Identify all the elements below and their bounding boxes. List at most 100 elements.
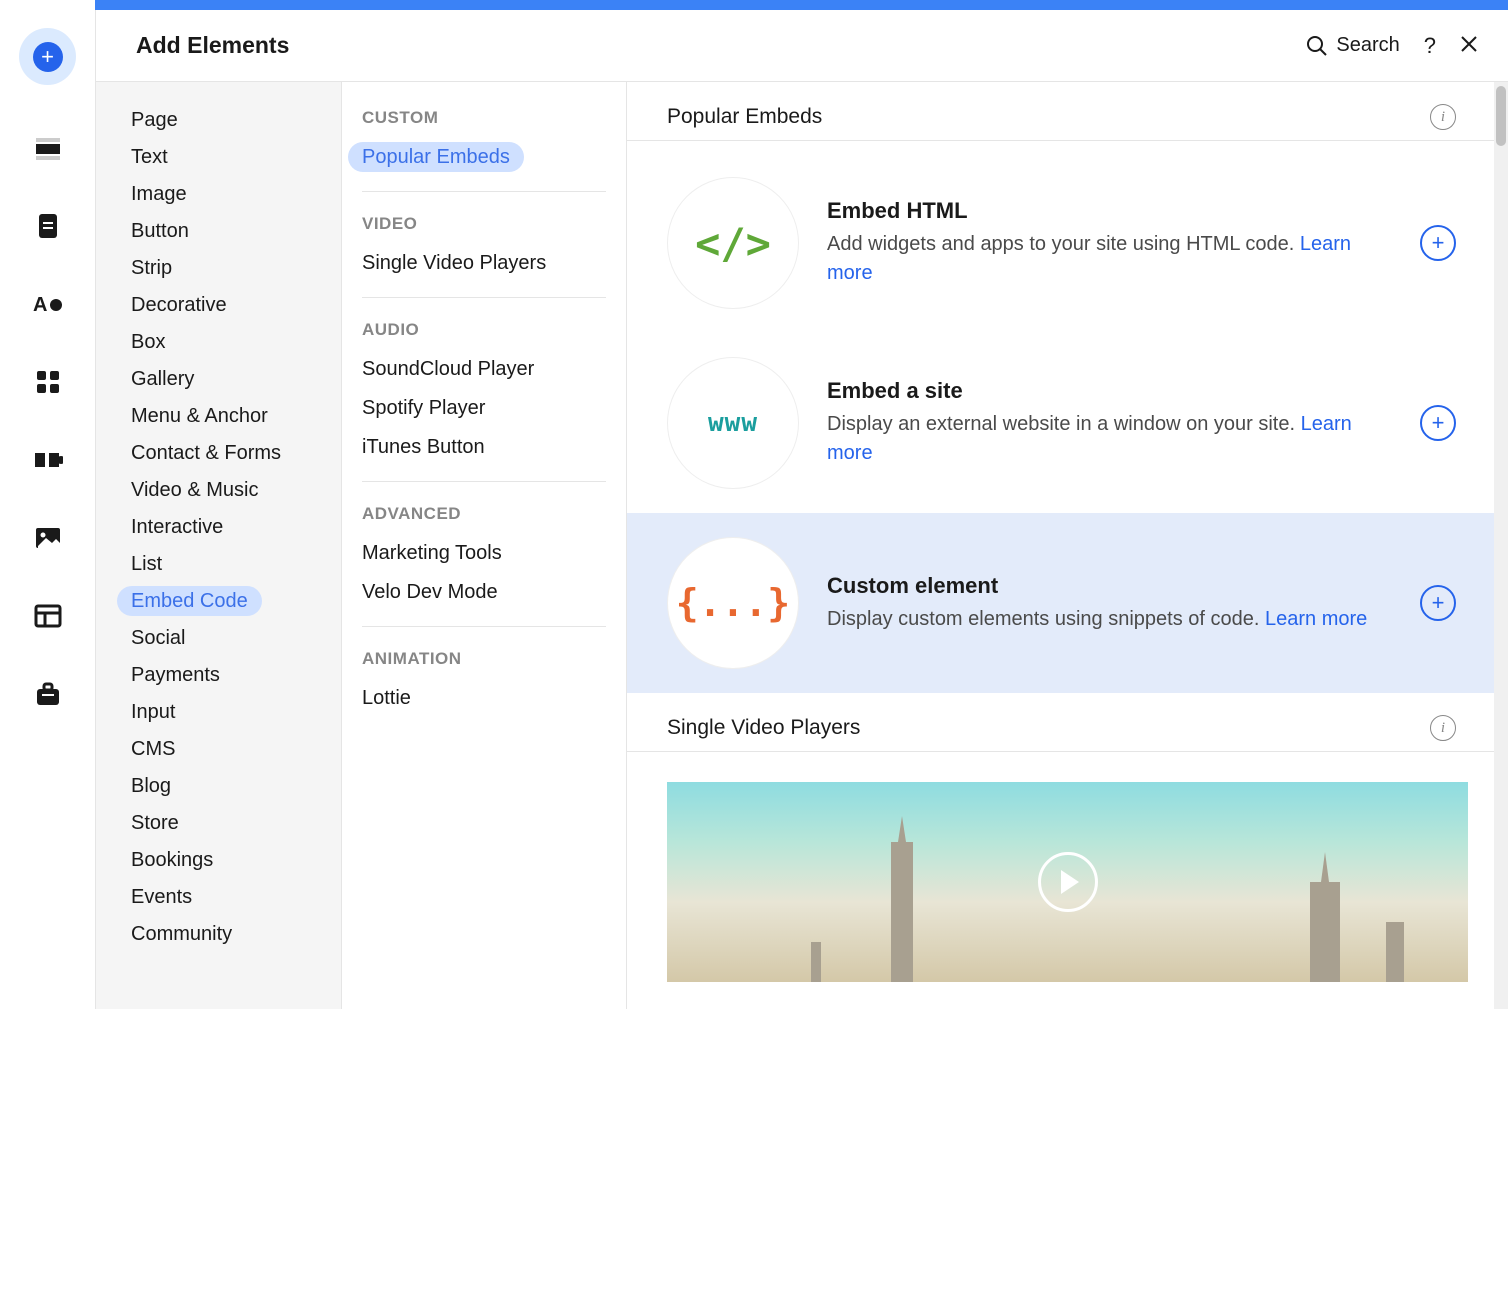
category-label: Page <box>131 109 178 131</box>
category-label: CMS <box>131 738 175 760</box>
close-button[interactable] <box>1460 33 1478 59</box>
main-container: + A Add Elements <box>0 0 1508 1009</box>
category-item[interactable]: Bookings <box>96 842 341 879</box>
category-item[interactable]: Text <box>96 139 341 176</box>
category-list: Page Text ImageButton Strip Decorative Box Gal… <box>96 82 342 1009</box>
category-item[interactable]: Decorative <box>96 287 341 324</box>
top-accent-bar <box>95 0 1508 10</box>
sub-section-header: ADVANCED <box>362 498 606 534</box>
sub-item[interactable]: Lottie <box>362 679 606 718</box>
video-player-preview[interactable] <box>667 782 1468 982</box>
scrollbar-thumb[interactable] <box>1496 86 1506 146</box>
section-icon[interactable] <box>33 133 63 163</box>
add-embed-button[interactable]: + <box>1420 585 1456 621</box>
plus-icon: + <box>33 42 63 72</box>
category-label: Contact & Forms <box>131 442 281 464</box>
svg-text:A: A <box>33 294 47 316</box>
sub-item-label: Marketing Tools <box>362 542 502 564</box>
add-elements-button[interactable]: + <box>19 28 76 85</box>
category-label: Payments <box>131 664 220 686</box>
embed-title: Embed HTML <box>827 198 1392 224</box>
embed-description: Add widgets and apps to your site using … <box>827 230 1392 288</box>
addons-icon[interactable] <box>33 445 63 475</box>
info-button[interactable]: i <box>1430 715 1456 741</box>
category-item[interactable]: Video & Music <box>96 472 341 509</box>
add-embed-button[interactable]: + <box>1420 225 1456 261</box>
embed-icon: </> <box>667 177 799 309</box>
cms-icon[interactable] <box>33 601 63 631</box>
scrollbar[interactable] <box>1494 82 1508 1009</box>
category-item[interactable]: List <box>96 546 341 583</box>
design-icon[interactable]: A <box>33 289 63 319</box>
skyline-decoration <box>891 842 913 982</box>
category-item[interactable]: Box <box>96 324 341 361</box>
media-icon[interactable] <box>33 523 63 553</box>
category-item[interactable]: Input <box>96 694 341 731</box>
category-item[interactable]: Page <box>96 102 341 139</box>
category-label: Gallery <box>131 368 194 390</box>
sub-item-label: Popular Embeds <box>348 142 524 172</box>
embed-row: wwwEmbed a siteDisplay an external websi… <box>627 333 1508 513</box>
play-icon <box>1038 852 1098 912</box>
sub-section-header: AUDIO <box>362 314 606 350</box>
sub-item[interactable]: Single Video Players <box>362 244 606 283</box>
sub-section: ANIMATIONLottie <box>362 643 606 732</box>
category-item[interactable]: Gallery <box>96 361 341 398</box>
category-label: Events <box>131 886 192 908</box>
info-button[interactable]: i <box>1430 104 1456 130</box>
category-item[interactable]: Social <box>96 620 341 657</box>
embed-row: {...}Custom elementDisplay custom elemen… <box>627 513 1508 693</box>
section-title: Popular Embeds <box>667 105 822 129</box>
category-item[interactable]: Contact & Forms <box>96 435 341 472</box>
category-item[interactable]: Strip <box>96 250 341 287</box>
add-elements-panel: Add Elements Search ? Page Text ImageButto… <box>95 0 1508 1009</box>
sub-item[interactable]: SoundCloud Player <box>362 350 606 389</box>
embed-title: Embed a site <box>827 378 1392 404</box>
category-label: Menu & Anchor <box>131 405 268 427</box>
category-item[interactable]: Payments <box>96 657 341 694</box>
add-embed-button[interactable]: + <box>1420 405 1456 441</box>
help-button[interactable]: ? <box>1424 33 1436 59</box>
learn-more-link[interactable]: Learn more <box>827 413 1352 464</box>
category-item[interactable]: Blog <box>96 768 341 805</box>
search-label: Search <box>1336 34 1399 57</box>
embed-icon: www <box>667 357 799 489</box>
panel-title: Add Elements <box>136 32 289 59</box>
sub-section-header: ANIMATION <box>362 643 606 679</box>
sub-item[interactable]: Velo Dev Mode <box>362 573 606 612</box>
category-label: Video & Music <box>131 479 258 501</box>
section-header-video: Single Video Players i <box>627 693 1508 752</box>
sub-item[interactable]: iTunes Button <box>362 428 606 467</box>
category-item[interactable]: Embed Code <box>96 583 341 620</box>
category-label: Text <box>131 146 168 168</box>
business-icon[interactable] <box>33 679 63 709</box>
category-item[interactable]: Image <box>96 176 341 213</box>
category-item[interactable]: Menu & Anchor <box>96 398 341 435</box>
search-button[interactable]: Search <box>1306 34 1399 57</box>
sub-item[interactable]: Spotify Player <box>362 389 606 428</box>
skyline-decoration <box>1310 882 1340 982</box>
page-icon[interactable] <box>33 211 63 241</box>
category-item[interactable]: Community <box>96 916 341 953</box>
embed-title: Custom element <box>827 573 1392 599</box>
sub-section-header: VIDEO <box>362 208 606 244</box>
category-label: Strip <box>131 257 172 279</box>
category-item[interactable]: Store <box>96 805 341 842</box>
apps-icon[interactable] <box>33 367 63 397</box>
category-label: Input <box>131 701 175 723</box>
category-label: Box <box>131 331 165 353</box>
sub-item[interactable]: Popular Embeds <box>362 138 606 177</box>
category-item[interactable]: Button <box>96 213 341 250</box>
category-item[interactable]: CMS <box>96 731 341 768</box>
category-label: Interactive <box>131 516 223 538</box>
sub-item[interactable]: Marketing Tools <box>362 534 606 573</box>
sub-item-label: iTunes Button <box>362 436 485 458</box>
sub-section: VIDEOSingle Video Players <box>362 208 606 298</box>
learn-more-link[interactable]: Learn more <box>1265 608 1367 630</box>
learn-more-link[interactable]: Learn more <box>827 233 1351 284</box>
category-item[interactable]: Events <box>96 879 341 916</box>
section-header: Popular Embeds i <box>627 82 1508 141</box>
category-label: Bookings <box>131 849 213 871</box>
embed-row: </> Embed HTML Add widgets and apps to you… <box>627 153 1508 333</box>
category-item[interactable]: Interactive <box>96 509 341 546</box>
